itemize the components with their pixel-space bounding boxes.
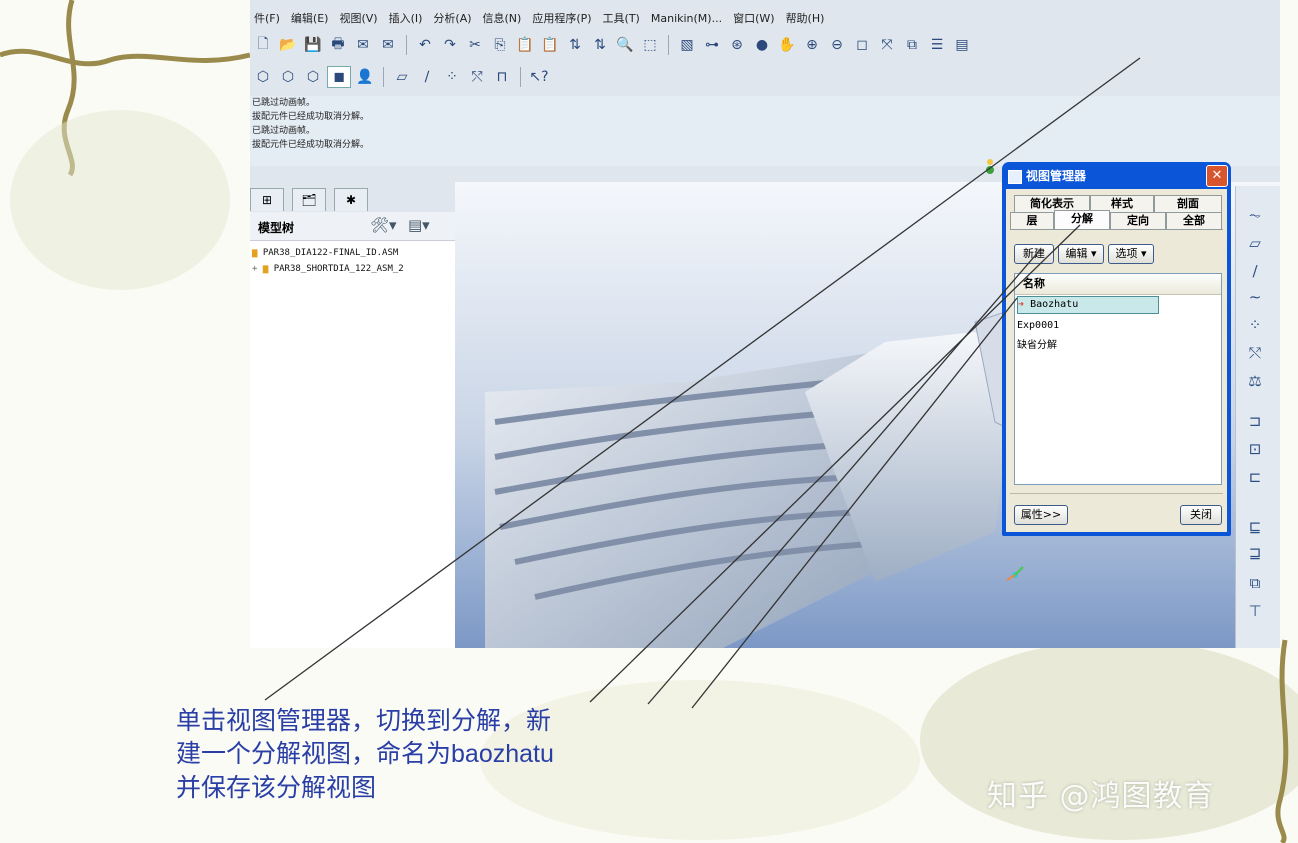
- caption-line-1: 单击视图管理器，切换到分解，新: [176, 706, 552, 735]
- caption-line-2-text: 建一个分解视图，命名为: [176, 739, 452, 768]
- watermark: 知乎 @鸿图教育: [987, 779, 1215, 814]
- caption-view-name: baozhatu: [451, 740, 554, 768]
- caption-line-2: 建一个分解视图，命名为baozhatu: [176, 737, 696, 771]
- instruction-caption: 单击视图管理器，切换到分解，新 建一个分解视图，命名为baozhatu 并保存该…: [176, 704, 696, 804]
- caption-line-3: 并保存该分解视图: [176, 773, 377, 802]
